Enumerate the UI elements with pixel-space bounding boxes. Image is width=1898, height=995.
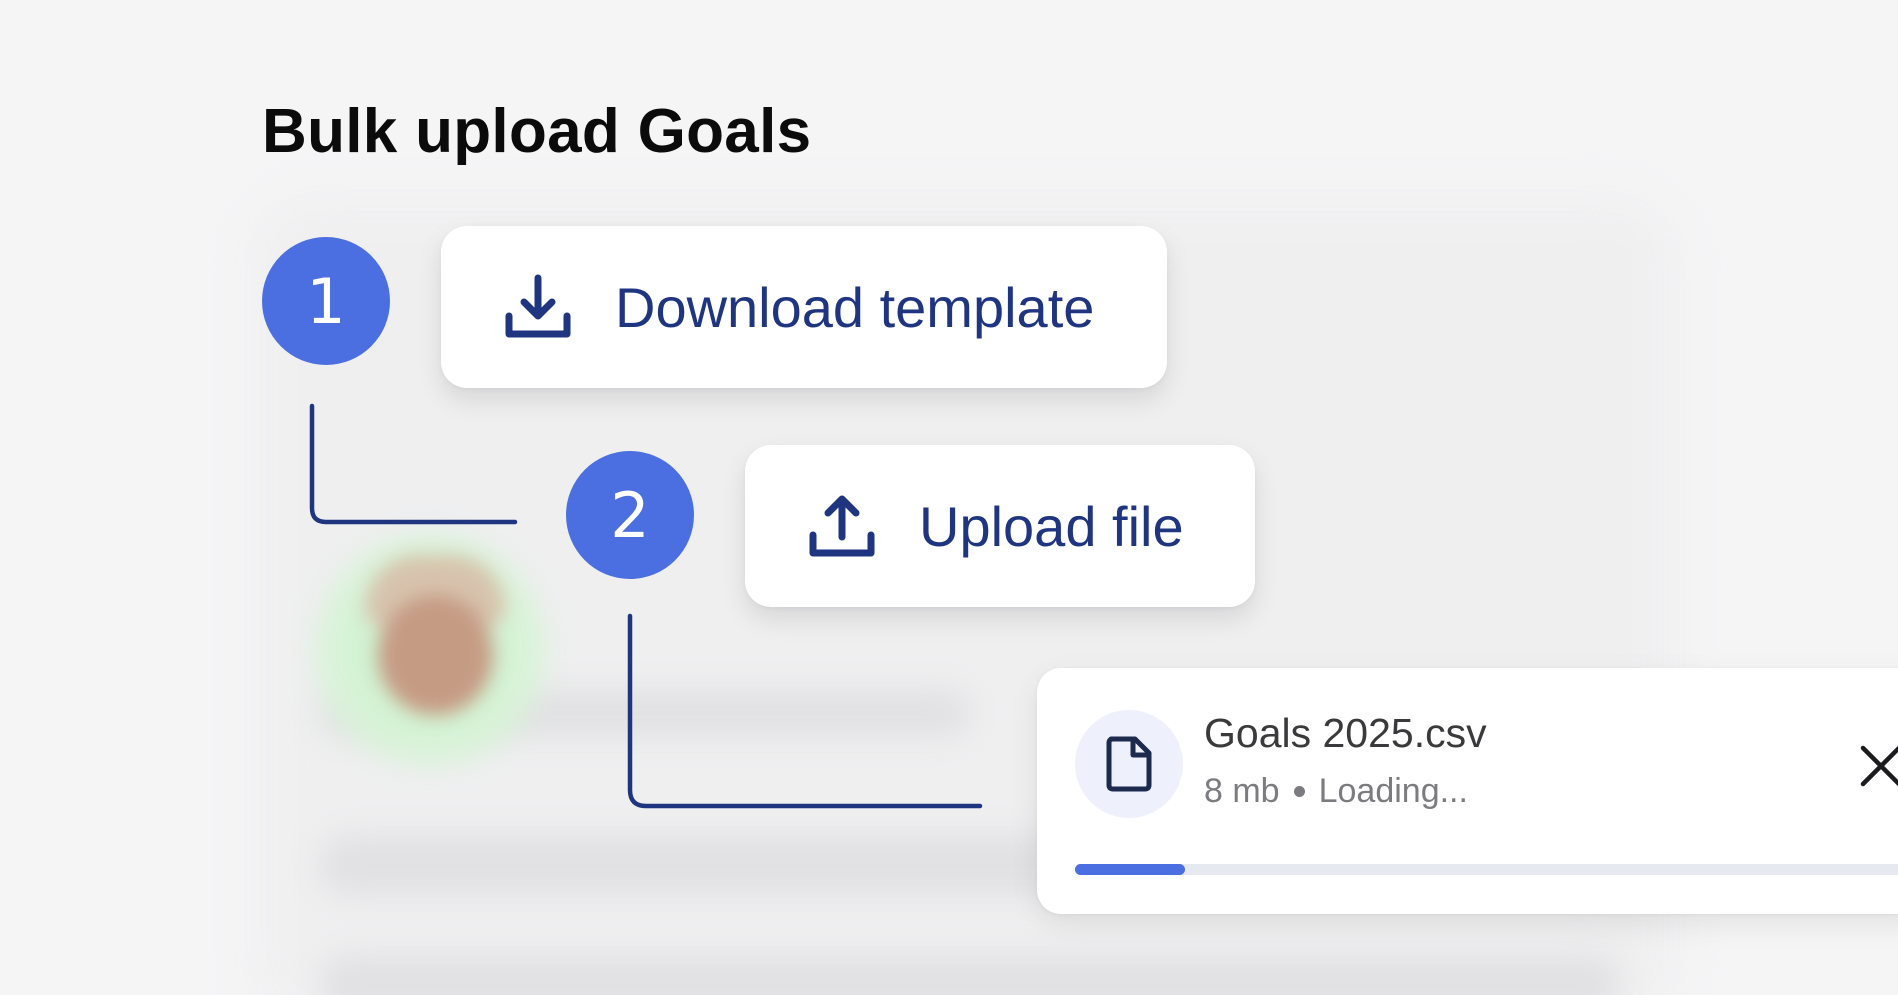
file-icon: [1075, 710, 1183, 818]
page: Bulk upload Goals 1 Download template 2 …: [0, 0, 1898, 995]
background-bar: [320, 955, 1620, 995]
download-template-button[interactable]: Download template: [441, 226, 1167, 388]
upload-progress-bar: [1075, 864, 1898, 875]
step-number-1: 1: [262, 237, 390, 365]
step-connector-1: [309, 403, 518, 525]
download-template-label: Download template: [615, 275, 1095, 339]
avatar: [360, 555, 510, 725]
file-status: Loading...: [1318, 772, 1468, 810]
close-icon[interactable]: [1857, 742, 1898, 790]
file-name: Goals 2025.csv: [1204, 710, 1487, 756]
file-upload-card: Goals 2025.csv 8 mb Loading...: [1037, 668, 1898, 914]
upload-progress-fill: [1075, 864, 1185, 875]
separator-dot: [1293, 786, 1305, 797]
file-size: 8 mb: [1204, 772, 1280, 810]
download-icon: [503, 272, 573, 342]
upload-file-label: Upload file: [919, 494, 1184, 558]
upload-file-button[interactable]: Upload file: [745, 445, 1255, 607]
step-connector-2: [627, 613, 983, 809]
page-title: Bulk upload Goals: [262, 97, 812, 166]
upload-icon: [807, 491, 877, 561]
file-meta: 8 mb Loading...: [1204, 772, 1468, 811]
step-number-2: 2: [566, 451, 694, 579]
